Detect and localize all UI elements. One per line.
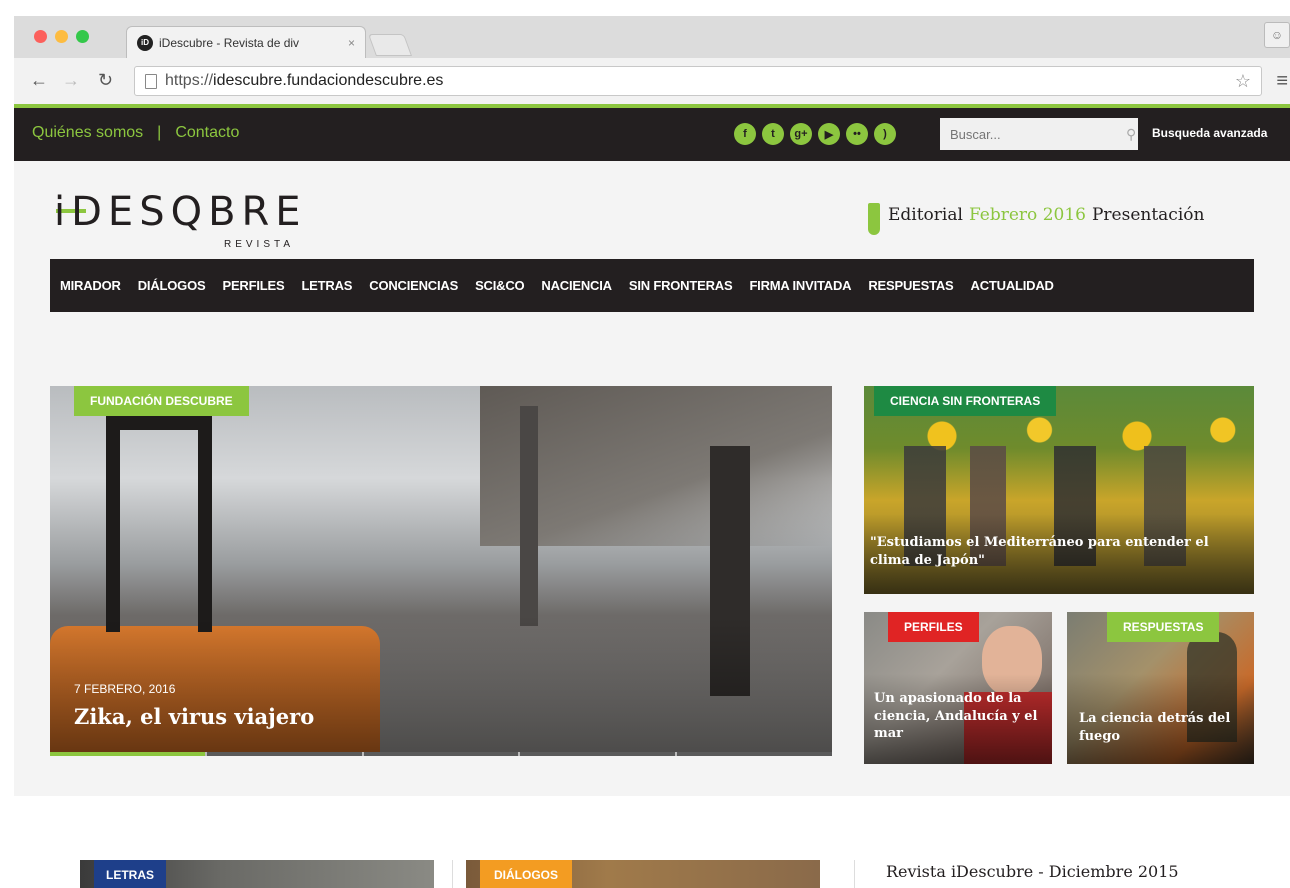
window-controls	[34, 30, 89, 43]
site-header: iDESQBRE REVISTA Editorial Febrero 2016 …	[14, 161, 1290, 259]
browser-menu-icon[interactable]: ≡	[1276, 70, 1288, 93]
nav-item-letras[interactable]: LETRAS	[301, 278, 352, 293]
latest-articles-section: LETRAS DIÁLOGOS Revista iDescubre - Dici…	[14, 796, 1290, 888]
profile-icon[interactable]: ☺	[1264, 22, 1290, 48]
nav-item-respuestas[interactable]: RESPUESTAS	[868, 278, 953, 293]
slider-dot-active[interactable]	[50, 752, 207, 756]
tab-title: iDescubre - Revista de div	[159, 35, 300, 50]
top-link-separator: |	[157, 124, 162, 141]
social-links: f t g+ ▶ •• )	[734, 123, 896, 145]
card-title[interactable]: Un apasionado de la ciencia, Andalucía y…	[874, 690, 1046, 743]
slider-dot[interactable]	[677, 752, 832, 756]
card-category-badge[interactable]: PERFILES	[888, 612, 979, 642]
address-bar[interactable]: https://idescubre.fundaciondescubre.es ☆	[134, 66, 1262, 96]
card-title[interactable]: "Estudiamos el Mediterráneo para entende…	[870, 534, 1248, 569]
url-text: https://idescubre.fundaciondescubre.es	[165, 72, 444, 89]
hero-date: 7 FEBRERO, 2016	[74, 682, 176, 696]
card-title[interactable]: La ciencia detrás del fuego	[1079, 710, 1249, 745]
presentation-link[interactable]: Presentación	[1092, 205, 1204, 225]
youtube-icon[interactable]: ▶	[818, 123, 840, 145]
nav-item-sci-co[interactable]: SCI&CO	[475, 278, 525, 293]
pen-icon	[868, 203, 880, 235]
nav-item-actualidad[interactable]: ACTUALIDAD	[971, 278, 1054, 293]
close-window-button[interactable]	[34, 30, 47, 43]
card-category-badge[interactable]: CIENCIA SIN FRONTERAS	[874, 386, 1057, 416]
twitter-icon[interactable]: t	[762, 123, 784, 145]
hero-image-handle	[106, 422, 120, 632]
nav-item-mirador[interactable]: MIRADOR	[60, 278, 121, 293]
article-card-perfiles[interactable]: PERFILES Un apasionado de la ciencia, An…	[864, 612, 1052, 764]
article-card-ciencia-sin-fronteras[interactable]: CIENCIA SIN FRONTERAS "Estudiamos el Med…	[864, 386, 1254, 594]
nav-item-firma-invitada[interactable]: FIRMA INVITADA	[749, 278, 851, 293]
editorial-month: Febrero 2016	[968, 205, 1086, 225]
top-links: Quiénes somos | Contacto	[32, 124, 239, 142]
maximize-window-button[interactable]	[76, 30, 89, 43]
facebook-icon[interactable]: f	[734, 123, 756, 145]
google-plus-icon[interactable]: g+	[790, 123, 812, 145]
favicon-icon: iD	[137, 34, 153, 51]
link-quienes-somos[interactable]: Quiénes somos	[32, 124, 143, 142]
browser-window: iD iDescubre - Revista de div × ☺ ← → ↻ …	[14, 16, 1290, 888]
hero-category-badge[interactable]: FUNDACIÓN DESCUBRE	[74, 386, 249, 416]
nav-item-naciencia[interactable]: NACIENCIA	[541, 278, 612, 293]
column-divider	[452, 860, 453, 888]
tab-strip: iD iDescubre - Revista de div × ☺	[14, 16, 1290, 58]
page-icon	[145, 73, 157, 89]
slider-progress	[50, 752, 832, 756]
back-icon[interactable]: ←	[30, 70, 48, 91]
new-tab-button[interactable]	[367, 34, 413, 56]
nav-item-sin-fronteras[interactable]: SIN FRONTERAS	[629, 278, 733, 293]
article-card-respuestas[interactable]: RESPUESTAS La ciencia detrás del fuego	[1067, 612, 1254, 764]
slider-dot[interactable]	[207, 752, 364, 756]
column-divider	[854, 860, 855, 888]
editorial-bar: Editorial Febrero 2016 Presentación	[888, 205, 1204, 225]
hero-image-pillar	[520, 406, 538, 626]
content-area: FUNDACIÓN DESCUBRE 7 FEBRERO, 2016 Zika,…	[14, 312, 1290, 888]
hero-image-handle	[198, 422, 212, 632]
advanced-search-link[interactable]: Busqueda avanzada	[1152, 126, 1267, 140]
revista-issue-title[interactable]: Revista iDescubre - Diciembre 2015	[886, 862, 1179, 881]
tab-close-icon[interactable]: ×	[348, 36, 355, 50]
rss-icon[interactable]: )	[874, 123, 896, 145]
link-contacto[interactable]: Contacto	[175, 124, 239, 142]
thumb-category-badge[interactable]: DIÁLOGOS	[480, 860, 573, 888]
slider-dot[interactable]	[364, 752, 521, 756]
search-box: ⚲	[940, 118, 1138, 150]
browser-toolbar: ← → ↻ https://idescubre.fundaciondescubr…	[14, 58, 1290, 106]
thumb-category-badge[interactable]: LETRAS	[94, 860, 166, 888]
main-navigation: MIRADOR DIÁLOGOS PERFILES LETRAS CONCIEN…	[50, 259, 1254, 312]
card-category-badge[interactable]: RESPUESTAS	[1107, 612, 1220, 642]
search-icon[interactable]: ⚲	[1126, 126, 1136, 143]
browser-tab-active[interactable]: iD iDescubre - Revista de div ×	[126, 26, 366, 58]
hero-title[interactable]: Zika, el virus viajero	[74, 704, 314, 729]
thumb-letras[interactable]: LETRAS	[80, 860, 434, 888]
site-top-bar: Quiénes somos | Contacto f t g+ ▶ •• ) ⚲…	[14, 108, 1290, 161]
nav-item-dialogos[interactable]: DIÁLOGOS	[138, 278, 206, 293]
thumb-dialogos[interactable]: DIÁLOGOS	[466, 860, 820, 888]
nav-item-perfiles[interactable]: PERFILES	[222, 278, 284, 293]
forward-icon[interactable]: →	[62, 70, 80, 91]
logo-subtitle: REVISTA	[224, 239, 295, 250]
editorial-link[interactable]: Editorial	[888, 205, 963, 225]
slider-dot[interactable]	[520, 752, 678, 756]
hero-slide[interactable]: FUNDACIÓN DESCUBRE 7 FEBRERO, 2016 Zika,…	[50, 386, 832, 756]
hero-image-handle	[106, 416, 212, 430]
search-input[interactable]	[950, 126, 1126, 142]
flickr-icon[interactable]: ••	[846, 123, 868, 145]
reload-icon[interactable]: ↻	[98, 70, 113, 91]
bookmark-star-icon[interactable]: ☆	[1235, 71, 1251, 92]
nav-item-conciencias[interactable]: CONCIENCIAS	[369, 278, 458, 293]
site-logo[interactable]: iDESQBRE	[54, 189, 307, 235]
minimize-window-button[interactable]	[55, 30, 68, 43]
